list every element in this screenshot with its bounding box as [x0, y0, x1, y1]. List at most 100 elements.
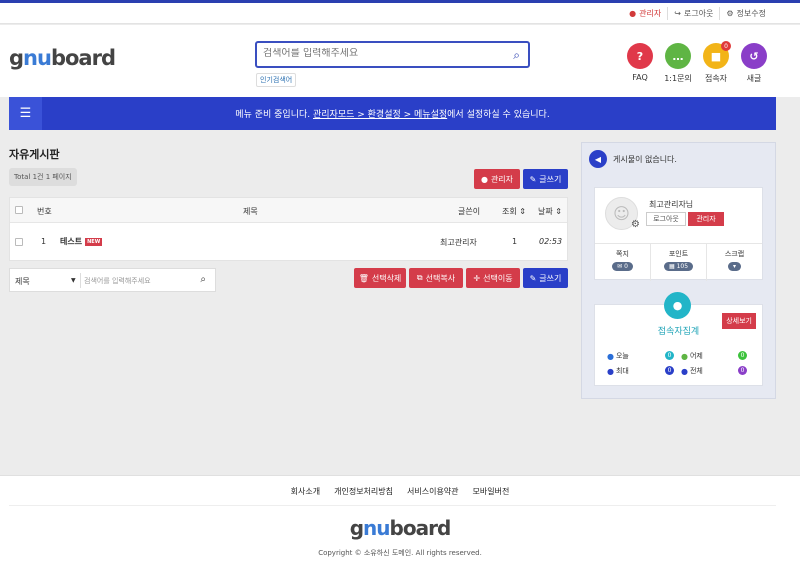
pencil-icon: ✎: [529, 273, 537, 283]
edit-info-link[interactable]: ⚙ 정보수정: [719, 7, 772, 20]
total-count: Total 1건 1 페이지: [9, 168, 77, 186]
nav-message: 메뉴 준비 중입니다. 관리자모드 > 환경설정 > 메뉴설정에서 설정하실 수…: [235, 110, 550, 120]
main-nav: ☰ 메뉴 준비 중입니다. 관리자모드 > 환경설정 > 메뉴설정에서 설정하실…: [9, 97, 776, 130]
visit-total: ● 전체: [681, 366, 703, 376]
board-search: 제목 ▼ 검색어를 입력해주세요 ⌕: [9, 268, 216, 292]
visit-detail-button[interactable]: 상세보기: [722, 313, 756, 329]
stat-point[interactable]: 포인트 ▦ 105: [650, 244, 706, 281]
menu-settings-link[interactable]: 관리자모드 > 환경설정 > 메뉴설정: [313, 110, 447, 120]
visit-max-count: 0: [665, 366, 674, 375]
move-icon: ✛: [473, 273, 481, 283]
footer-link-1[interactable]: 개인정보처리방침: [334, 486, 393, 497]
visit-yesterday-count: 0: [738, 351, 747, 360]
copyright: Copyright © 소유하신 도메인. All rights reserve…: [318, 549, 482, 557]
chevron-down-icon: ▼: [71, 277, 76, 284]
footer-link-0[interactable]: 회사소개: [291, 486, 320, 497]
copy-selected-button[interactable]: ⧉ 선택복사: [409, 268, 463, 288]
sort-icon: ⇕: [519, 207, 526, 216]
header-icon-3[interactable]: ↺ 새글: [740, 43, 768, 84]
popular-keywords-button[interactable]: 인기검색어: [256, 73, 297, 87]
copy-icon: ⧉: [416, 273, 423, 282]
admin-link[interactable]: ● 관리자: [623, 7, 667, 20]
footer-link-3[interactable]: 모바일버전: [473, 486, 510, 497]
write-button-bottom[interactable]: ✎ 글쓰기: [523, 268, 568, 288]
visit-yesterday: ● 어제: [681, 351, 703, 361]
post-table: 번호 제목 글쓴이 조회 ⇕ 날짜 ⇕ 1 테스트 NEW 최고관리자 1 02:…: [9, 197, 568, 261]
row-num: 1: [41, 237, 47, 246]
pencil-icon: ✎: [529, 174, 537, 184]
count-badge: 0: [721, 41, 731, 51]
header-icon-circle-icon: …: [665, 43, 691, 69]
visit-today: ● 오늘: [607, 351, 629, 361]
mail-icon: ✉: [617, 263, 623, 270]
row-author[interactable]: 최고관리자: [440, 237, 477, 248]
site-logo[interactable]: gnuboard: [9, 46, 116, 70]
delete-selected-button[interactable]: 🗑 선택삭제: [354, 268, 406, 288]
footer-logo[interactable]: gnuboard: [0, 516, 800, 540]
header-icon-1[interactable]: … 1:1문의: [664, 43, 692, 84]
col-author: 글쓴이: [458, 207, 481, 216]
search-field-select[interactable]: 제목: [15, 276, 30, 287]
profile-name: 최고관리자님: [649, 200, 694, 209]
avatar[interactable]: ☺ ⚙: [605, 197, 640, 230]
col-num: 번호: [37, 207, 52, 216]
header-icon-0[interactable]: ? FAQ: [626, 43, 654, 84]
sidebar-admin-button[interactable]: 관리자: [688, 212, 724, 226]
row-views: 1: [512, 237, 518, 246]
pin-icon: ▾: [732, 263, 736, 270]
visitors-icon: ●: [664, 292, 691, 319]
footer-link-2[interactable]: 서비스이용약관: [407, 486, 459, 497]
gear-icon: ⚙: [726, 9, 734, 18]
trash-icon: 🗑: [358, 273, 369, 283]
footer-links: 회사소개 개인정보처리방침 서비스이용약관 모바일버전: [0, 486, 800, 497]
header: gnuboard ⌕ 인기검색어 ?FAQ…1:1문의■0접속자↺새글: [0, 25, 800, 97]
visit-total-count: 0: [738, 366, 747, 375]
search-icon[interactable]: ⌕: [513, 48, 520, 63]
sort-icon: ⇕: [555, 207, 562, 216]
header-search: ⌕: [255, 41, 530, 68]
megaphone-icon: ◀: [589, 150, 607, 168]
row-checkbox[interactable]: [15, 238, 23, 246]
visit-max: ● 최대: [607, 366, 629, 376]
col-date-sort[interactable]: 날짜 ⇕: [538, 206, 562, 217]
header-icon-circle-icon: ↺: [741, 43, 767, 69]
stat-scrap[interactable]: 스크랩 ▾: [706, 244, 762, 281]
logout-icon: ↪: [674, 9, 681, 18]
new-badge: NEW: [85, 237, 103, 246]
board-search-input[interactable]: 검색어를 입력해주세요: [84, 276, 151, 286]
header-icon-label: 새글: [746, 74, 762, 83]
header-icon-label: FAQ: [632, 73, 648, 82]
sidebar: ◀ 게시물이 없습니다. ☺ ⚙ 최고관리자님 로그아웃 관리자 쪽지 ✉ 0 포…: [581, 142, 776, 399]
logout-link[interactable]: ↪ 로그아웃: [667, 7, 719, 20]
user-icon: ●: [629, 9, 637, 18]
header-search-input[interactable]: [263, 48, 493, 59]
footer: 회사소개 개인정보처리방침 서비스이용약관 모바일버전 gnuboard Copyri…: [0, 475, 800, 573]
table-header: 번호 제목 글쓴이 조회 ⇕ 날짜 ⇕: [10, 198, 567, 223]
search-icon[interactable]: ⌕: [200, 274, 206, 285]
gear-icon[interactable]: ⚙: [631, 219, 640, 230]
board-title: 자유게시판: [9, 148, 60, 161]
profile-box: ☺ ⚙ 최고관리자님 로그아웃 관리자 쪽지 ✉ 0 포인트 ▦ 105 스크랩 …: [594, 187, 763, 281]
visit-today-count: 0: [665, 351, 674, 360]
board-admin-button[interactable]: ● 관리자: [474, 169, 520, 189]
notice-widget: ◀ 게시물이 없습니다.: [589, 150, 677, 168]
header-icon-menu: ? FAQ… 1:1문의 ■ 0 접속자 ↺ 새글: [626, 41, 768, 84]
row-date: 02:53: [539, 237, 563, 246]
move-selected-button[interactable]: ✛ 선택이동: [466, 268, 520, 288]
point-icon: ▦: [668, 263, 675, 270]
sidebar-logout-button[interactable]: 로그아웃: [646, 212, 686, 226]
write-button[interactable]: ✎ 글쓰기: [523, 169, 568, 189]
row-subject-link[interactable]: 테스트 NEW: [60, 236, 103, 247]
col-subject: 제목: [243, 207, 258, 216]
col-views-sort[interactable]: 조회 ⇕: [502, 206, 526, 217]
table-row[interactable]: 1 테스트 NEW 최고관리자 1 02:53: [10, 223, 567, 261]
stat-memo[interactable]: 쪽지 ✉ 0: [595, 244, 650, 281]
top-bar: ● 관리자 ↪ 로그아웃 ⚙ 정보수정: [0, 3, 800, 24]
select-all-checkbox[interactable]: [15, 206, 23, 214]
header-icon-circle-icon: ?: [627, 43, 653, 69]
visit-stats-box: ● 접속자집계 상세보기 ● 오늘 0 ● 어제 0 ● 최대 0 ● 전체 0: [594, 292, 763, 386]
header-icon-label: 1:1문의: [664, 74, 692, 83]
header-icon-2[interactable]: ■ 0 접속자: [702, 41, 731, 84]
header-icon-label: 접속자: [704, 74, 728, 83]
user-icon: ●: [480, 174, 488, 184]
